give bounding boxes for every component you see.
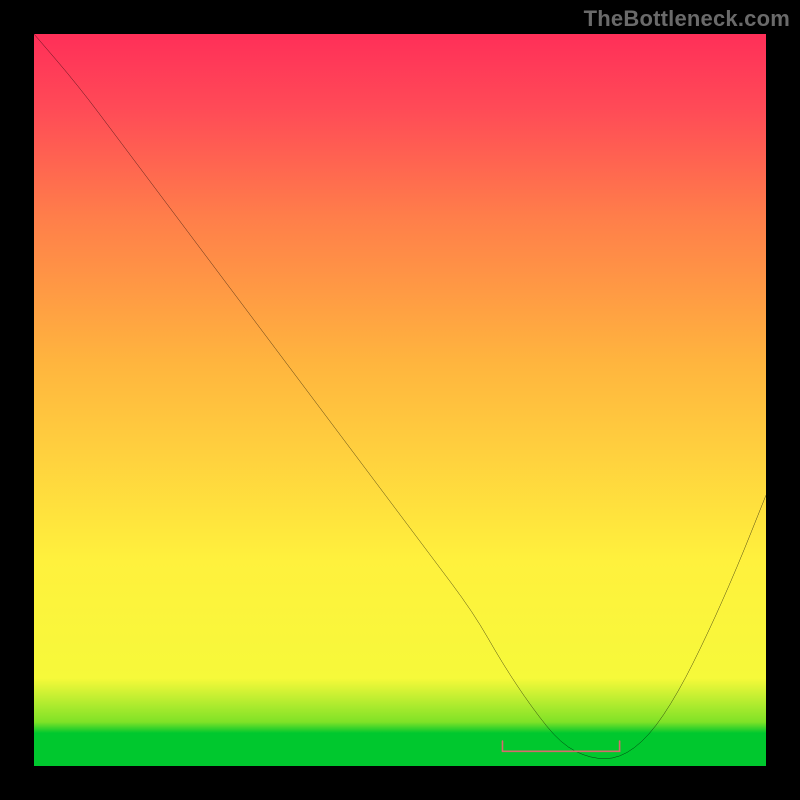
curve-overlay (34, 34, 766, 766)
bottleneck-curve (34, 34, 766, 759)
plot-area (34, 34, 766, 766)
watermark-text: TheBottleneck.com (584, 6, 790, 32)
chart-container: TheBottleneck.com (0, 0, 800, 800)
optimal-range-marker (502, 741, 619, 751)
